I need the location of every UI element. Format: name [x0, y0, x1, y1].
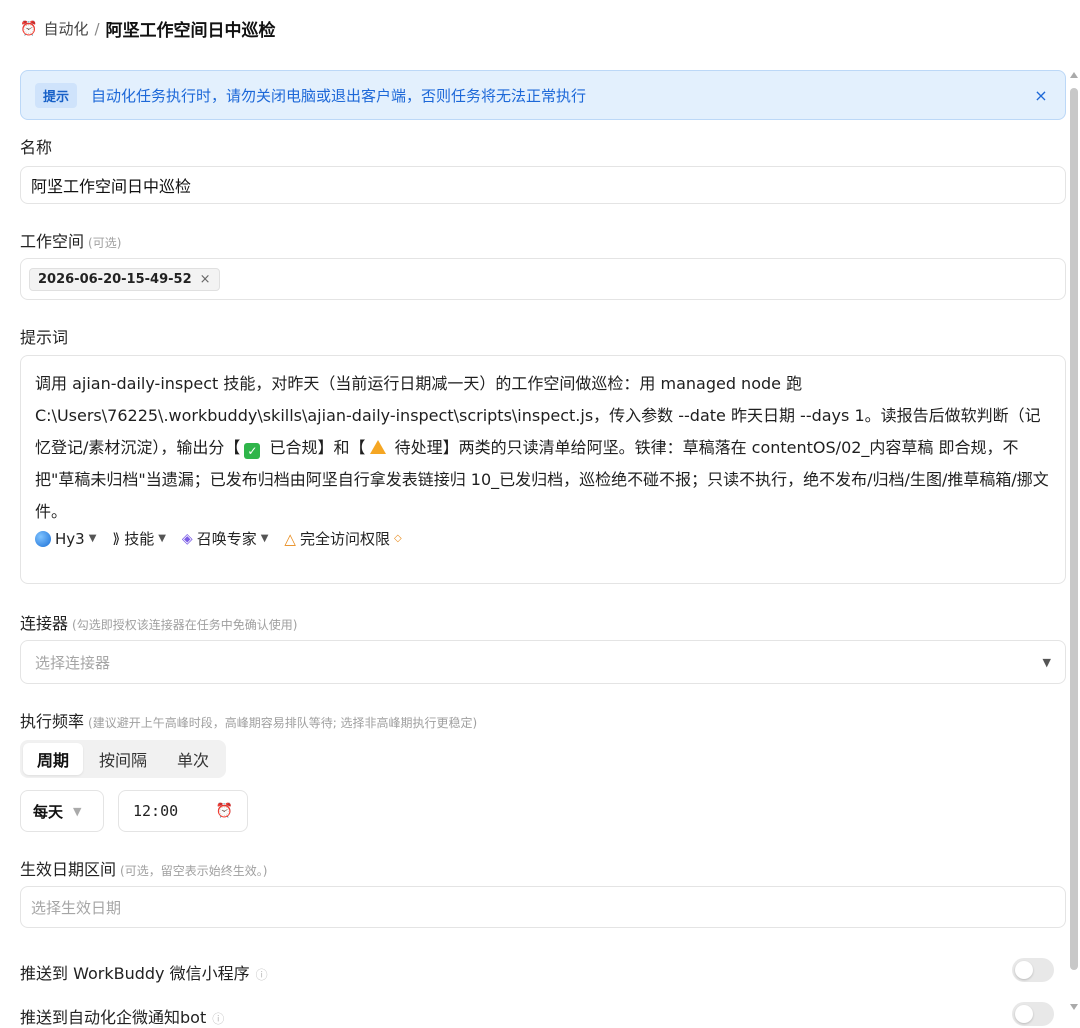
- prompt-text[interactable]: 调用 ajian-daily-inspect 技能，对昨天（当前运行日期减一天）…: [35, 368, 1051, 528]
- updown-chevron-icon: ◇: [393, 533, 402, 544]
- notice-alert: 提示 自动化任务执行时，请勿关闭电脑或退出客户端，否则任务将无法正常执行 ×: [20, 70, 1066, 120]
- date-range-input[interactable]: 选择生效日期: [20, 886, 1066, 928]
- name-input[interactable]: 阿坚工作空间日中巡检: [20, 166, 1066, 204]
- skill-icon: ⟫: [112, 530, 121, 547]
- access-label: 完全访问权限: [299, 530, 390, 548]
- scroll-down-arrow-icon[interactable]: [1070, 1004, 1078, 1010]
- connector-label-text: 连接器: [20, 614, 69, 633]
- vertical-scrollbar[interactable]: [1068, 60, 1080, 1028]
- alert-tag: 提示: [35, 82, 78, 108]
- breadcrumb-automation[interactable]: 自动化: [43, 18, 88, 39]
- warning-icon: [369, 440, 386, 454]
- workspace-chip: 2026-06-20-15-49-52 ×: [29, 267, 220, 291]
- graduation-cap-icon: ◈: [181, 530, 193, 547]
- toggle-knob: [1015, 1005, 1033, 1023]
- breadcrumb: ⏰ 自动化 / 阿坚工作空间日中巡检: [20, 16, 276, 42]
- close-icon[interactable]: ×: [1031, 86, 1051, 105]
- prompt-text-part2: 已合规】和【: [264, 438, 366, 457]
- hy-model-icon: [35, 530, 51, 547]
- workspace-hint: (可选): [88, 236, 122, 250]
- form-scroll-area: 提示 自动化任务执行时，请勿关闭电脑或退出客户端，否则任务将无法正常执行 × 名…: [0, 60, 1068, 1028]
- model-selector[interactable]: Hy3 ▼: [35, 530, 96, 548]
- push-bot-toggle[interactable]: [1012, 1002, 1054, 1026]
- info-icon: ⓘ: [255, 968, 268, 982]
- name-input-value: 阿坚工作空间日中巡检: [31, 177, 192, 196]
- page-title: 阿坚工作空间日中巡检: [105, 21, 276, 41]
- access-selector[interactable]: △ 完全访问权限 ◇: [284, 528, 401, 549]
- prompt-editor[interactable]: 调用 ajian-daily-inspect 技能，对昨天（当前运行日期减一天）…: [20, 355, 1066, 584]
- chevron-down-icon: ▼: [73, 804, 82, 818]
- expert-label: 召唤专家: [196, 530, 257, 548]
- name-label-text: 名称: [20, 138, 53, 157]
- workspace-select[interactable]: 2026-06-20-15-49-52 ×: [20, 258, 1066, 300]
- date-range-placeholder: 选择生效日期: [31, 898, 122, 917]
- date-range-hint: (可选，留空表示始终生效。): [120, 864, 268, 878]
- frequency-mode-tabs: 周期 按间隔 单次: [20, 740, 227, 778]
- chevron-down-icon: ▼: [158, 533, 166, 544]
- alarm-clock-icon: ⏰: [215, 803, 233, 819]
- name-label: 名称: [20, 134, 52, 158]
- prompt-label-text: 提示词: [20, 328, 69, 347]
- chevron-down-icon: ▼: [88, 533, 97, 544]
- frequency-label: 执行频率 (建议避开上午高峰时段，高峰期容易排队等待; 选择非高峰期执行更稳定): [20, 708, 477, 732]
- push-wechat-label: 推送到 WorkBuddy 微信小程序 ⓘ: [20, 960, 268, 984]
- breadcrumb-separator: /: [94, 19, 100, 38]
- period-select[interactable]: 每天 ▼: [20, 790, 104, 832]
- chip-remove-icon[interactable]: ×: [200, 272, 211, 287]
- date-range-label-text: 生效日期区间: [20, 860, 117, 879]
- skills-label: 技能: [124, 530, 155, 548]
- skills-selector[interactable]: ⟫ 技能 ▼: [112, 528, 166, 549]
- time-input[interactable]: 12:00 ⏰: [118, 790, 248, 832]
- time-value: 12:00: [133, 802, 179, 820]
- push-wechat-toggle[interactable]: [1012, 958, 1054, 982]
- warning-triangle-icon: △: [284, 529, 296, 548]
- alert-message: 自动化任务执行时，请勿关闭电脑或退出客户端，否则任务将无法正常执行: [91, 86, 587, 105]
- scroll-up-arrow-icon[interactable]: [1070, 72, 1078, 78]
- tab-interval[interactable]: 按间隔: [85, 743, 161, 775]
- info-icon: ⓘ: [212, 1012, 225, 1026]
- workspace-label-text: 工作空间: [20, 232, 85, 251]
- date-range-label: 生效日期区间 (可选，留空表示始终生效。): [20, 856, 267, 880]
- prompt-label: 提示词: [20, 324, 68, 348]
- prompt-toolbar: Hy3 ▼ ⟫ 技能 ▼ ◈ 召唤专家 ▼ △ 完全访问权限 ◇: [35, 528, 1051, 549]
- model-label: Hy3: [55, 529, 85, 548]
- connector-hint: (勾选即授权该连接器在任务中免确认使用): [72, 618, 298, 632]
- connector-placeholder: 选择连接器: [35, 653, 111, 672]
- expert-selector[interactable]: ◈ 召唤专家 ▼: [182, 528, 269, 549]
- check-icon: ✓: [244, 443, 261, 459]
- period-value: 每天: [33, 802, 64, 821]
- frequency-hint: (建议避开上午高峰时段，高峰期容易排队等待; 选择非高峰期执行更稳定): [88, 716, 478, 730]
- workspace-chip-label: 2026-06-20-15-49-52: [38, 271, 192, 287]
- connector-label: 连接器 (勾选即授权该连接器在任务中免确认使用): [20, 610, 297, 634]
- connector-select[interactable]: 选择连接器 ▼: [20, 640, 1066, 684]
- workspace-label: 工作空间 (可选): [20, 228, 121, 252]
- alarm-clock-icon: ⏰: [20, 20, 38, 37]
- push-wechat-label-text: 推送到 WorkBuddy 微信小程序: [20, 964, 250, 983]
- chevron-down-icon: ▼: [260, 533, 269, 544]
- tab-once[interactable]: 单次: [163, 743, 223, 775]
- tab-period[interactable]: 周期: [23, 743, 84, 775]
- push-bot-label-text: 推送到自动化企微通知bot: [20, 1008, 207, 1027]
- chevron-down-icon: ▼: [1042, 655, 1051, 669]
- frequency-label-text: 执行频率: [20, 712, 85, 731]
- scrollbar-thumb[interactable]: [1070, 88, 1078, 970]
- push-bot-label: 推送到自动化企微通知bot ⓘ: [20, 1004, 224, 1028]
- toggle-knob: [1015, 961, 1033, 979]
